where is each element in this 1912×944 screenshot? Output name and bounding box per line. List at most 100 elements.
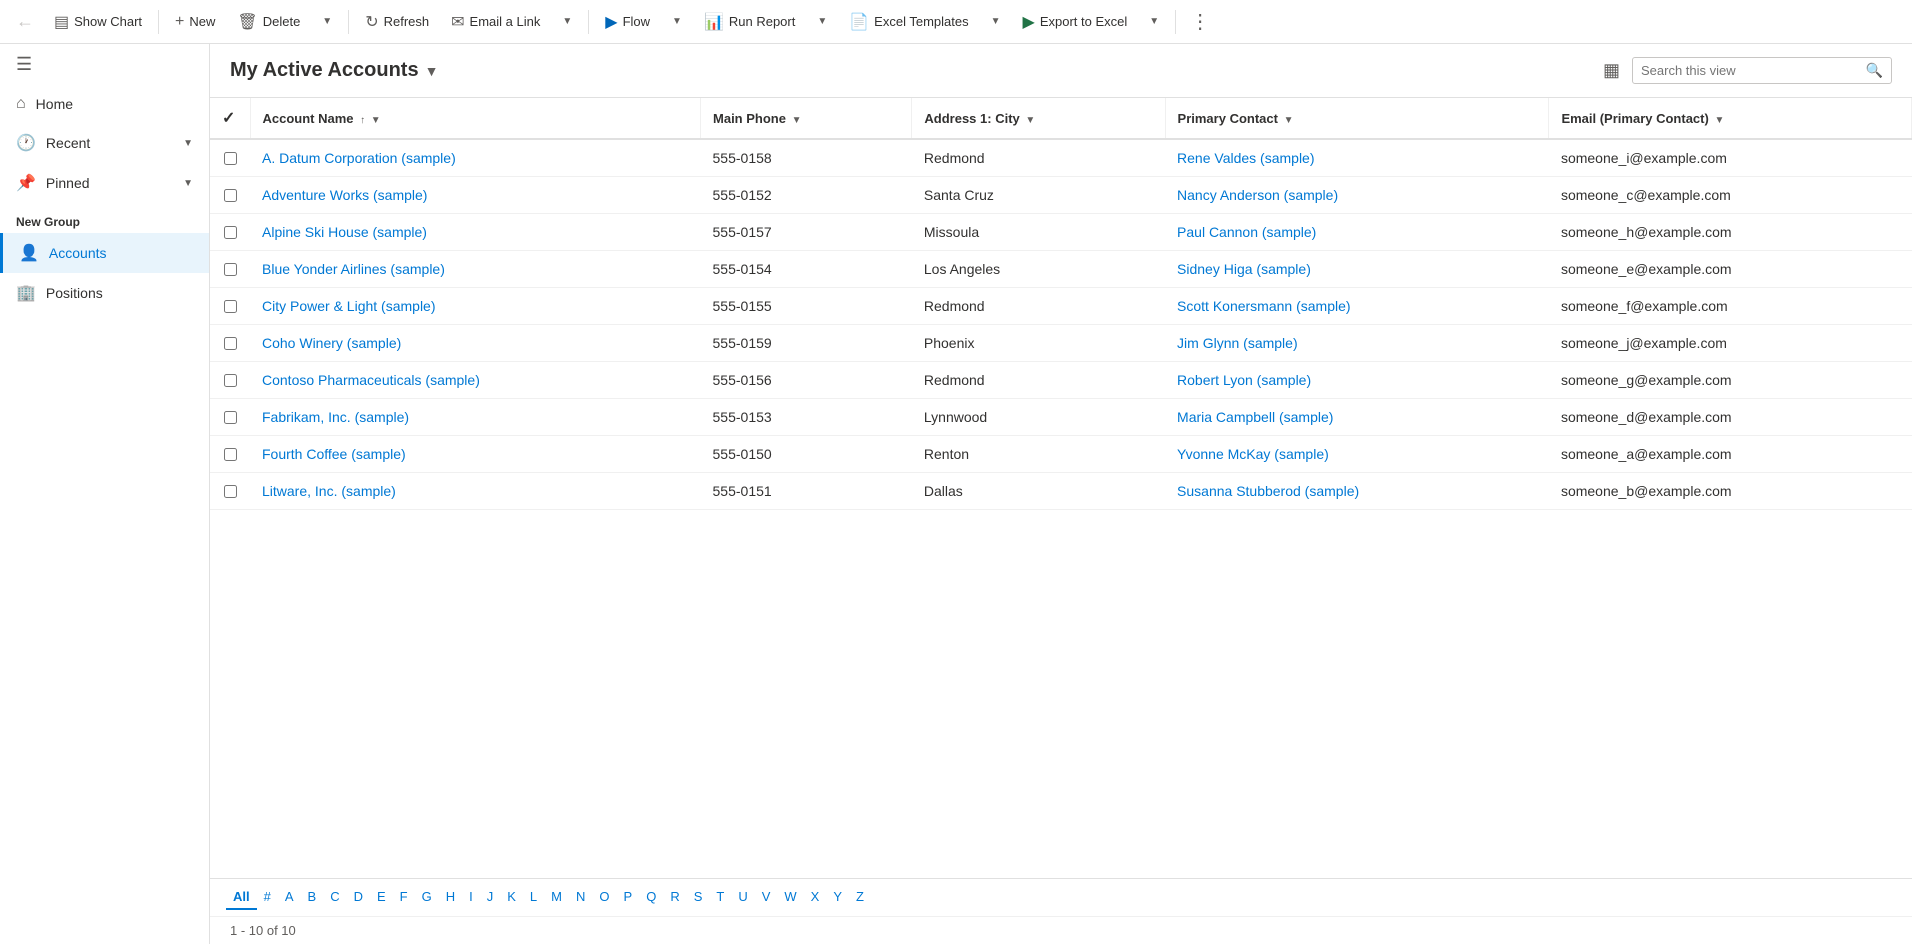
account-name-cell[interactable]: Contoso Pharmaceuticals (sample): [250, 362, 701, 399]
alpha-item-p[interactable]: P: [617, 885, 640, 910]
view-title-chevron-icon[interactable]: ▼: [425, 63, 439, 79]
filter-icon[interactable]: ▦: [1599, 56, 1624, 85]
back-button[interactable]: ←: [8, 5, 42, 38]
row-checkbox-cell[interactable]: [210, 436, 250, 473]
row-checkbox-cell[interactable]: [210, 473, 250, 510]
row-checkbox-cell[interactable]: [210, 177, 250, 214]
alpha-item-k[interactable]: K: [500, 885, 523, 910]
row-checkbox[interactable]: [224, 226, 237, 239]
contact-cell[interactable]: Robert Lyon (sample): [1165, 362, 1549, 399]
alpha-item-s[interactable]: S: [687, 885, 710, 910]
more-options-button[interactable]: ⋮: [1182, 3, 1218, 40]
row-checkbox[interactable]: [224, 337, 237, 350]
alpha-item-g[interactable]: G: [415, 885, 439, 910]
account-name-cell[interactable]: Litware, Inc. (sample): [250, 473, 701, 510]
primary-contact-filter-icon[interactable]: ▼: [1284, 115, 1294, 126]
flow-chevron-button[interactable]: ▼: [662, 10, 692, 33]
delete-button[interactable]: 🗑 Delete: [227, 6, 310, 38]
row-checkbox-cell[interactable]: [210, 251, 250, 288]
alpha-item-b[interactable]: B: [301, 885, 324, 910]
alpha-item-u[interactable]: U: [731, 885, 754, 910]
row-checkbox[interactable]: [224, 485, 237, 498]
primary-contact-header[interactable]: Primary Contact ▼: [1165, 98, 1549, 139]
main-phone-header[interactable]: Main Phone ▼: [701, 98, 912, 139]
alpha-item-m[interactable]: M: [544, 885, 569, 910]
email-filter-icon[interactable]: ▼: [1714, 115, 1724, 126]
row-checkbox[interactable]: [224, 448, 237, 461]
row-checkbox-cell[interactable]: [210, 362, 250, 399]
alpha-item-y[interactable]: Y: [826, 885, 849, 910]
account-name-cell[interactable]: Alpine Ski House (sample): [250, 214, 701, 251]
run-report-chevron-button[interactable]: ▼: [807, 10, 837, 33]
alpha-item-c[interactable]: C: [323, 885, 346, 910]
alpha-item-t[interactable]: T: [709, 885, 731, 910]
alpha-item-h[interactable]: H: [439, 885, 462, 910]
alpha-item-n[interactable]: N: [569, 885, 592, 910]
email-chevron-button[interactable]: ▼: [552, 10, 582, 33]
row-checkbox[interactable]: [224, 189, 237, 202]
account-name-cell[interactable]: Fabrikam, Inc. (sample): [250, 399, 701, 436]
city-filter-icon[interactable]: ▼: [1025, 115, 1035, 126]
contact-cell[interactable]: Sidney Higa (sample): [1165, 251, 1549, 288]
sidebar-item-recent[interactable]: 🕐 Recent ▼: [0, 123, 209, 163]
row-checkbox[interactable]: [224, 152, 237, 165]
contact-cell[interactable]: Scott Konersmann (sample): [1165, 288, 1549, 325]
account-name-cell[interactable]: Coho Winery (sample): [250, 325, 701, 362]
new-button[interactable]: + New: [165, 7, 225, 37]
row-checkbox-cell[interactable]: [210, 139, 250, 177]
run-report-button[interactable]: 📊 Run Report: [694, 6, 805, 38]
account-name-filter-icon[interactable]: ▼: [371, 115, 381, 126]
alpha-item-o[interactable]: O: [592, 885, 616, 910]
alpha-item-z[interactable]: Z: [849, 885, 871, 910]
alpha-item-v[interactable]: V: [755, 885, 778, 910]
contact-cell[interactable]: Susanna Stubberod (sample): [1165, 473, 1549, 510]
alpha-item-x[interactable]: X: [804, 885, 827, 910]
alpha-item-q[interactable]: Q: [639, 885, 663, 910]
alpha-item-d[interactable]: D: [347, 885, 370, 910]
account-name-cell[interactable]: Blue Yonder Airlines (sample): [250, 251, 701, 288]
sidebar-item-pinned[interactable]: 📌 Pinned ▼: [0, 163, 209, 203]
delete-chevron-button[interactable]: ▼: [312, 10, 342, 33]
email-link-button[interactable]: ✉ Email a Link: [441, 6, 550, 38]
row-checkbox[interactable]: [224, 300, 237, 313]
alpha-item-e[interactable]: E: [370, 885, 393, 910]
alpha-item-j[interactable]: J: [480, 885, 501, 910]
contact-cell[interactable]: Jim Glynn (sample): [1165, 325, 1549, 362]
alpha-item-r[interactable]: R: [663, 885, 686, 910]
hamburger-button[interactable]: ☰: [0, 44, 209, 85]
alpha-item-w[interactable]: W: [777, 885, 803, 910]
row-checkbox-cell[interactable]: [210, 399, 250, 436]
account-name-header[interactable]: Account Name ↑ ▼: [250, 98, 701, 139]
sidebar-item-home[interactable]: ⌂ Home: [0, 85, 209, 123]
select-all-checkbox[interactable]: ✓: [222, 110, 235, 127]
email-header[interactable]: Email (Primary Contact) ▼: [1549, 98, 1912, 139]
export-chevron-button[interactable]: ▼: [1139, 10, 1169, 33]
alpha-item-f[interactable]: F: [393, 885, 415, 910]
city-header[interactable]: Address 1: City ▼: [912, 98, 1165, 139]
alpha-item-a[interactable]: A: [278, 885, 301, 910]
row-checkbox[interactable]: [224, 411, 237, 424]
excel-templates-button[interactable]: 📄 Excel Templates: [839, 6, 978, 38]
alpha-item-i[interactable]: I: [462, 885, 480, 910]
account-name-cell[interactable]: Adventure Works (sample): [250, 177, 701, 214]
row-checkbox[interactable]: [224, 374, 237, 387]
row-checkbox-cell[interactable]: [210, 214, 250, 251]
contact-cell[interactable]: Nancy Anderson (sample): [1165, 177, 1549, 214]
account-name-cell[interactable]: Fourth Coffee (sample): [250, 436, 701, 473]
row-checkbox-cell[interactable]: [210, 325, 250, 362]
account-name-cell[interactable]: City Power & Light (sample): [250, 288, 701, 325]
sidebar-item-positions[interactable]: 🏢 Positions: [0, 273, 209, 313]
search-box[interactable]: 🔍: [1632, 57, 1892, 84]
export-excel-button[interactable]: ▶ Export to Excel: [1013, 6, 1138, 38]
alpha-item-hash[interactable]: #: [257, 885, 278, 910]
contact-cell[interactable]: Maria Campbell (sample): [1165, 399, 1549, 436]
flow-button[interactable]: ▶ Flow: [595, 6, 660, 38]
sidebar-item-accounts[interactable]: 👤 Accounts: [0, 233, 209, 273]
row-checkbox-cell[interactable]: [210, 288, 250, 325]
main-phone-filter-icon[interactable]: ▼: [792, 115, 802, 126]
show-chart-button[interactable]: ▤ Show Chart: [44, 6, 152, 38]
alpha-item-all[interactable]: All: [226, 885, 257, 910]
row-checkbox[interactable]: [224, 263, 237, 276]
contact-cell[interactable]: Yvonne McKay (sample): [1165, 436, 1549, 473]
refresh-button[interactable]: ↻ Refresh: [355, 6, 439, 38]
